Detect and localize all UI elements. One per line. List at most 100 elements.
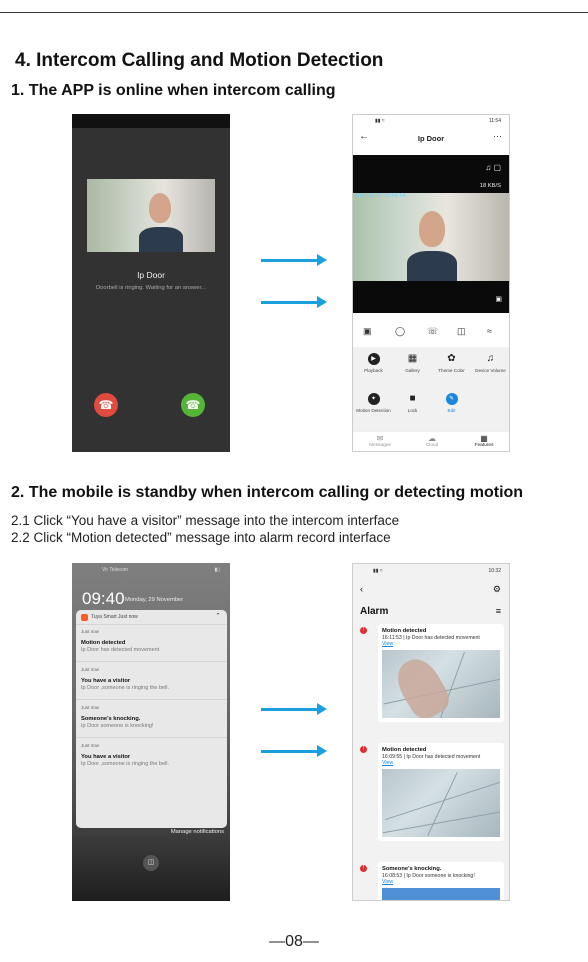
notification-group[interactable]: Tuya Smart Just now ⌃ Just now Motion de… [76, 610, 227, 828]
bitrate: 18 KB/S [479, 183, 501, 189]
live-view-screen: ▮▮ ≈ 11:54 ← Ip Door ··· ♫ ▢ 18 KB/S 202… [352, 114, 510, 452]
step-2-1: 2.1 Click “You have a visitor” message i… [11, 513, 400, 528]
step-2-2: 2.2 Click “Motion detected” message into… [11, 530, 391, 545]
feature-motion-detection[interactable]: ✦ Motion Detection [354, 393, 393, 413]
speaker-icon[interactable]: ♫ ▢ [485, 163, 501, 172]
arrow-icon [261, 745, 327, 757]
alarm-record[interactable]: Motion detected 16:09:55 | Ip Door has d… [378, 743, 504, 841]
lock-clock: 09:40 [82, 589, 125, 608]
device-name: Ip Door [137, 270, 165, 280]
status-bar: ▮▮ ≈ 11:54 [353, 115, 509, 127]
header-rule [0, 12, 588, 13]
motion-icon: ✦ [367, 393, 380, 405]
subsection-title-2: 2. The mobile is standby when intercom c… [11, 484, 524, 501]
page-number: —08— [269, 933, 319, 950]
device-title: Ip Door [417, 134, 445, 143]
trash-icon[interactable]: ◫ [143, 855, 159, 871]
speaker-icon: ♫ [486, 353, 495, 364]
lock-date: Monday, 29 November [125, 597, 184, 603]
view-link[interactable]: View [382, 879, 500, 885]
notification-item[interactable]: Just now Someone's knocking. Ip Door som… [76, 701, 227, 738]
play-icon: ▶ [367, 353, 380, 365]
motion-snapshot[interactable] [382, 650, 500, 718]
ringing-status: Doorbell is ringing. Waiting for an answ… [96, 285, 206, 291]
bottom-tabs: ✉ Messages ☁ Cloud ▦ Features [353, 431, 509, 451]
more-icon[interactable]: ··· [493, 131, 502, 141]
notification-item[interactable]: Just now You have a visitor Ip Door ,som… [76, 739, 227, 776]
hand-shape [389, 652, 455, 718]
app-time: Just now [118, 614, 138, 620]
alarm-screen: ▮▮ ≈ 10:32 ‹ ⚙ Alarm ≡ ! Motion detected… [352, 563, 510, 901]
chevron-up-icon[interactable]: ⌃ [215, 612, 221, 620]
screenshot-icon[interactable]: ▣ [363, 326, 372, 337]
video-timestamp: 2021-11-27 11:54:14 [355, 193, 406, 199]
signal-icon: ▮▮ ≈ [373, 568, 383, 574]
record-icon[interactable]: ◫ [457, 326, 466, 337]
call-screen: Ip Door Doorbell is ringing. Waiting for… [72, 114, 230, 452]
tab-messages[interactable]: ✉ Messages [354, 434, 406, 448]
alert-icon: ! [360, 627, 367, 634]
carrier: Vir Telecom [102, 567, 128, 573]
camera-icon[interactable]: ◯ [395, 326, 405, 337]
feature-device-volume[interactable]: ♫ Device Volume [471, 353, 509, 373]
filter-menu-icon[interactable]: ≡ [496, 606, 501, 616]
manage-notifications-link[interactable]: Manage notifications [171, 829, 224, 835]
decline-call-button[interactable]: ☎ [94, 393, 118, 417]
notification-item[interactable]: Just now You have a visitor Ip Door ,som… [76, 663, 227, 700]
feature-gallery[interactable]: ▦ Gallery [393, 353, 432, 373]
person-face [149, 193, 171, 223]
accept-call-button[interactable]: ☎ [181, 393, 205, 417]
lock-screen: Vir Telecom ▮▯ 09:40 Monday, 29 November… [72, 563, 230, 901]
alert-icon: ! [360, 746, 367, 753]
control-bar: ▣ ◯ ☏ ◫ ≈ [353, 321, 509, 343]
tab-cloud[interactable]: ☁ Cloud [406, 434, 458, 448]
back-chevron-icon[interactable]: ‹ [360, 584, 363, 594]
arrow-icon [261, 703, 327, 715]
arrow-icon [261, 254, 327, 266]
gear-icon[interactable]: ⚙ [493, 584, 501, 595]
gallery-icon: ▦ [407, 353, 418, 364]
feature-theme-color[interactable]: ✿ Theme Color [432, 353, 471, 373]
alert-icon: ! [360, 865, 367, 872]
notification-item[interactable]: Just now Motion detected Ip Door has det… [76, 625, 227, 662]
live-video [353, 193, 509, 281]
feature-grid: ▶ Playback ▦ Gallery ✿ Theme Color ♫ Device … [353, 347, 509, 431]
view-link[interactable]: View [382, 760, 500, 766]
person-body [407, 251, 457, 281]
person-face [419, 211, 445, 247]
grid-icon: ▦ [480, 434, 488, 443]
alarm-record[interactable]: Motion detected 16:11:53 | Ip Door has d… [378, 624, 504, 722]
motion-snapshot[interactable] [382, 888, 500, 900]
section-title: 4. Intercom Calling and Motion Detection [15, 50, 384, 71]
motion-snapshot[interactable] [382, 769, 500, 837]
app-name: Tuya Smart [91, 614, 117, 620]
status-time: 11:54 [488, 118, 501, 124]
notification-header: Tuya Smart Just now ⌃ [76, 610, 227, 625]
call-icon[interactable]: ☏ [427, 326, 438, 337]
alarm-record[interactable]: Someone's knocking. 16:08:53 | Ip Door s… [378, 862, 504, 900]
subsection-title-1: 1. The APP is online when intercom calli… [11, 82, 336, 99]
feature-playback[interactable]: ▶ Playback [354, 353, 393, 373]
signal-icon: ▮▮ ≈ [375, 118, 385, 124]
palette-icon: ✿ [447, 353, 456, 364]
alarm-title: Alarm [360, 606, 389, 617]
cloud-icon: ☁ [428, 434, 436, 443]
tuya-app-icon [81, 614, 88, 621]
status-bar [72, 114, 230, 128]
feature-lock[interactable]: ■ Lock [393, 393, 432, 413]
tab-features[interactable]: ▦ Features [458, 434, 509, 448]
edit-icon: ✎ [445, 393, 458, 405]
fullscreen-icon[interactable]: ▣ [495, 295, 502, 303]
hangup-icon: ☎ [98, 398, 114, 412]
lock-icon: ■ [409, 393, 416, 404]
message-icon: ✉ [376, 434, 384, 443]
battery-icon: ▮▯ [214, 567, 220, 573]
collapse-icon[interactable]: ≈ [487, 326, 492, 336]
status-time: 10:32 [488, 568, 501, 574]
phone-icon: ☎ [185, 398, 201, 412]
feature-edit[interactable]: ✎ Edit [432, 393, 471, 413]
caller-video [87, 179, 215, 252]
nav-bar: ← Ip Door ··· [353, 129, 509, 147]
view-link[interactable]: View [382, 641, 500, 647]
manual-page: 4. Intercom Calling and Motion Detection… [0, 0, 588, 962]
